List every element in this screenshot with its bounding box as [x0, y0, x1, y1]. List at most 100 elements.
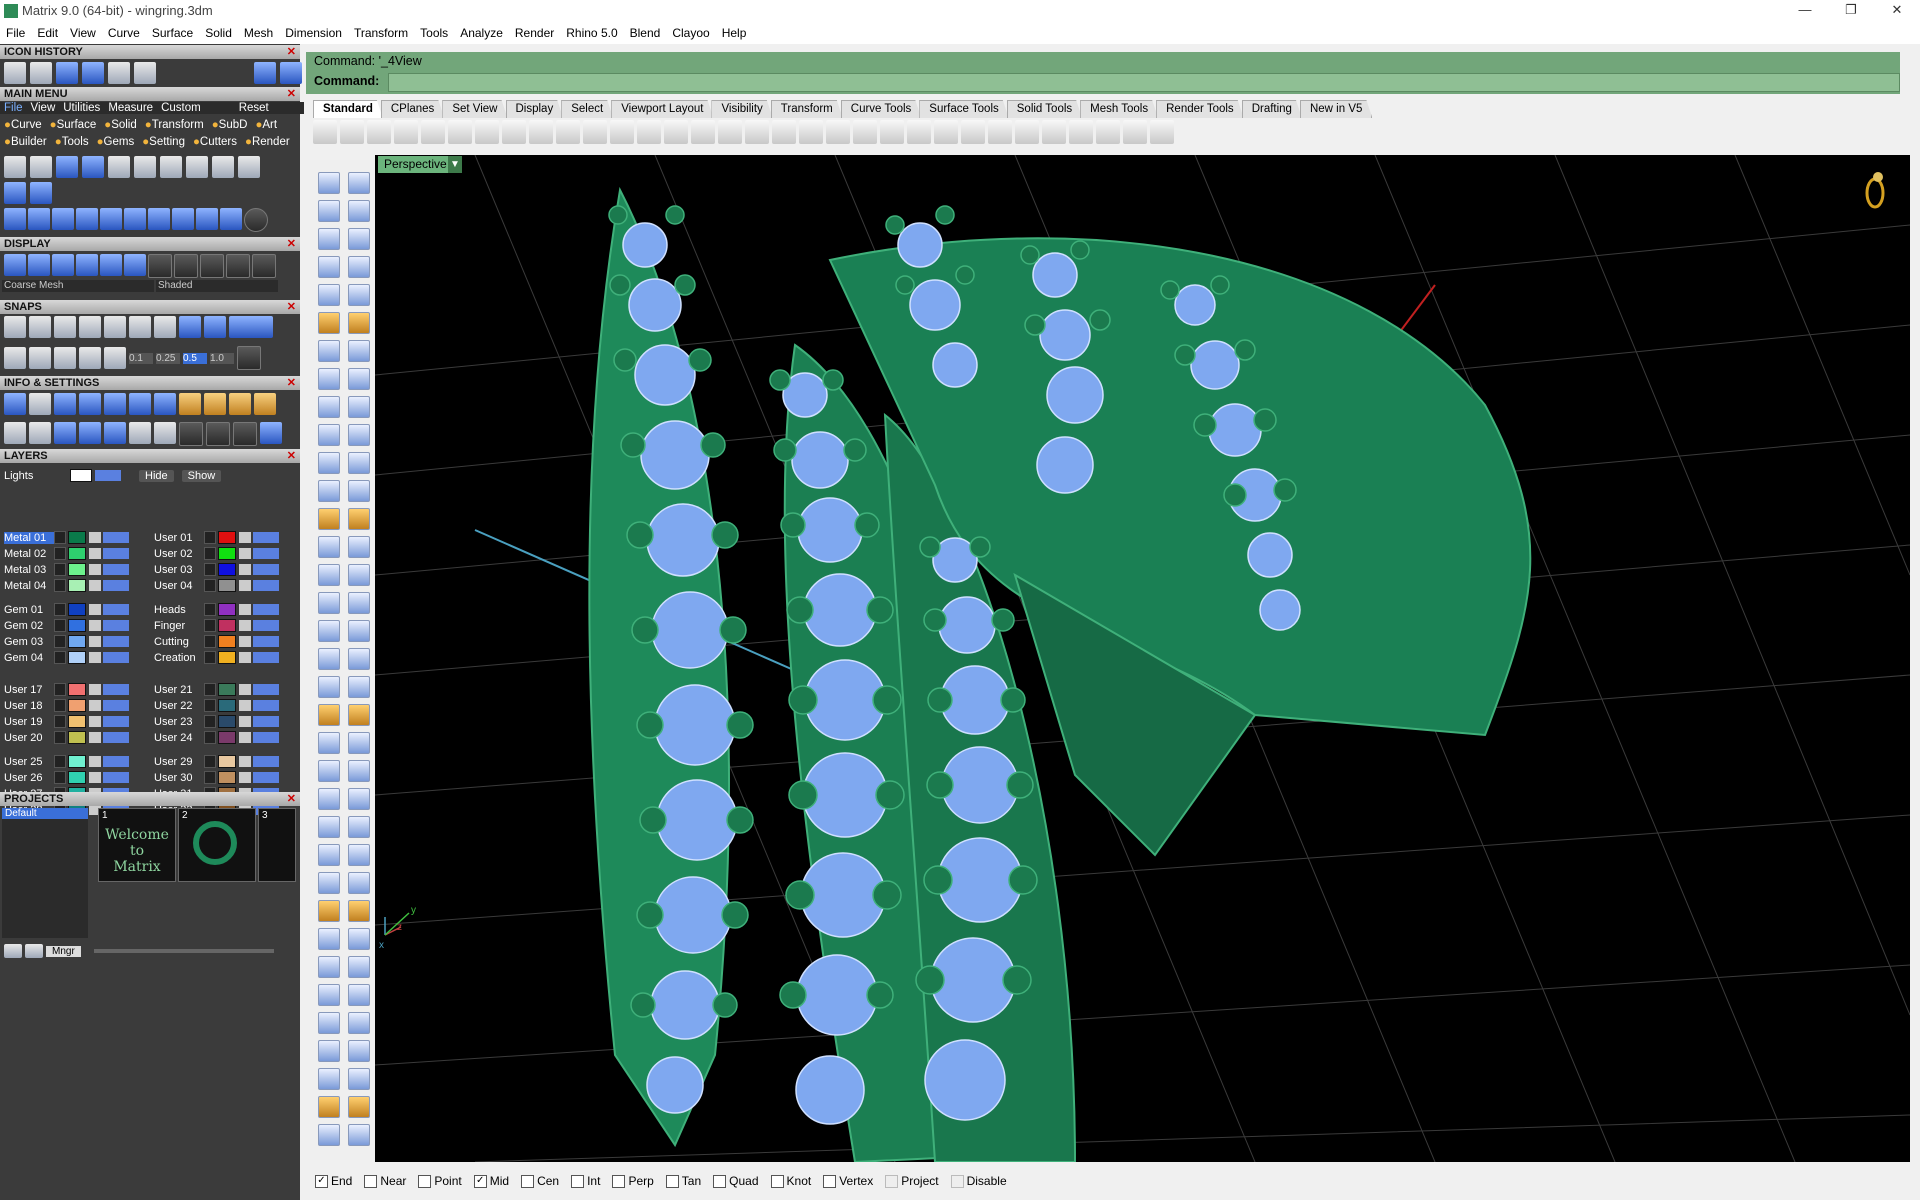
split-icon[interactable] — [348, 760, 370, 782]
layer-visibility-toggle[interactable] — [253, 548, 279, 559]
add-project-icon[interactable] — [4, 944, 22, 958]
layer-name[interactable]: Gem 02 — [4, 620, 54, 632]
layer-name[interactable]: Finger — [154, 620, 204, 632]
osnap-project[interactable]: Project — [885, 1174, 939, 1188]
layer-row[interactable]: Cutting — [154, 634, 279, 649]
layer-expand-icon[interactable] — [54, 651, 66, 664]
chevron-down-icon[interactable]: ▼ — [448, 156, 462, 173]
lights-toggle[interactable] — [95, 470, 121, 481]
render-settings-icon[interactable] — [229, 393, 251, 415]
checkbox[interactable] — [612, 1174, 626, 1188]
menu-item-tools[interactable]: ●Tools — [55, 136, 89, 148]
menu-render[interactable]: Render — [509, 26, 560, 40]
layer-lock-icon[interactable] — [239, 772, 251, 783]
grid-snap-icon[interactable] — [799, 120, 823, 144]
polyline-icon[interactable] — [318, 228, 340, 250]
close-icon[interactable]: ✕ — [287, 449, 296, 463]
ungroup-icon[interactable] — [196, 208, 218, 230]
layer-lock-icon[interactable] — [239, 732, 251, 743]
rotate-view-icon[interactable] — [583, 120, 607, 144]
snap-point-2-icon[interactable] — [104, 347, 126, 369]
layer-name[interactable]: User 01 — [154, 532, 204, 544]
ellipse-icon[interactable] — [318, 340, 340, 362]
checkbox[interactable] — [364, 1174, 378, 1188]
join-icon[interactable] — [318, 788, 340, 810]
layer-color-swatch[interactable] — [218, 603, 236, 616]
layer-expand-icon[interactable] — [54, 715, 66, 728]
layer-row[interactable]: User 04 — [154, 578, 279, 593]
menu-blend[interactable]: Blend — [624, 26, 667, 40]
export-icon[interactable] — [82, 156, 104, 178]
snap-grid-3-icon[interactable] — [237, 346, 261, 370]
layer-lock-icon[interactable] — [89, 756, 101, 767]
transform-icon[interactable] — [4, 208, 26, 230]
sweep-icon[interactable] — [318, 536, 340, 558]
tab-mesh-tools[interactable]: Mesh Tools — [1080, 100, 1158, 118]
move-icon[interactable] — [348, 844, 370, 866]
menu-item-surface[interactable]: ●Surface — [50, 119, 97, 131]
trim-icon[interactable] — [318, 732, 340, 754]
save-as-icon[interactable] — [134, 156, 156, 178]
layer-visibility-toggle[interactable] — [253, 564, 279, 575]
layer-color-swatch[interactable] — [218, 731, 236, 744]
tab-render-tools[interactable]: Render Tools — [1156, 100, 1244, 118]
osnap-disable[interactable]: Disable — [950, 1174, 1007, 1188]
document-icon[interactable] — [108, 62, 130, 84]
snap-grid-icon[interactable] — [4, 316, 26, 338]
snap-value-0-1[interactable]: 0.1 — [129, 352, 153, 364]
save-file-icon[interactable] — [108, 156, 130, 178]
boolean-icon[interactable] — [318, 676, 340, 698]
open-file-icon[interactable] — [30, 156, 52, 178]
layer-row[interactable]: Gem 04 — [4, 650, 129, 665]
tab-view[interactable]: View — [31, 102, 56, 114]
tab-measure[interactable]: Measure — [108, 102, 153, 114]
back-arrow-icon[interactable] — [254, 62, 276, 84]
metal-sphere-icon[interactable] — [174, 254, 198, 278]
scale-icon[interactable] — [52, 208, 74, 230]
orient-icon[interactable] — [124, 208, 146, 230]
tab-file[interactable]: File — [4, 102, 23, 114]
layer-row[interactable]: User 21 — [154, 682, 279, 697]
mirror-icon[interactable] — [348, 956, 370, 978]
layer-expand-icon[interactable] — [204, 771, 216, 784]
environment-icon[interactable] — [254, 393, 276, 415]
open-icon[interactable] — [340, 120, 364, 144]
menu-file[interactable]: File — [0, 26, 31, 40]
layer-color-swatch[interactable] — [218, 619, 236, 632]
layer-expand-icon[interactable] — [54, 635, 66, 648]
tab-curve-tools[interactable]: Curve Tools — [841, 100, 922, 118]
layer-lock-icon[interactable] — [89, 732, 101, 743]
layer-name[interactable]: Metal 04 — [4, 580, 54, 592]
viewport-label[interactable]: Perspective ▼ — [378, 156, 462, 173]
circle-icon[interactable] — [244, 208, 268, 232]
osnap-end[interactable]: ✓ End — [315, 1174, 352, 1188]
point-icon[interactable] — [348, 200, 370, 222]
fillet-icon[interactable] — [318, 704, 340, 726]
layer-icon[interactable] — [934, 120, 958, 144]
curve-cv-icon[interactable] — [348, 256, 370, 278]
layer-expand-icon[interactable] — [54, 547, 66, 560]
copy-icon[interactable] — [475, 120, 499, 144]
cylinder-icon[interactable] — [348, 648, 370, 670]
layer-visibility-toggle[interactable] — [103, 700, 129, 711]
new-icon[interactable] — [30, 62, 52, 84]
spline-icon[interactable] — [318, 424, 340, 446]
snap-diamond-icon[interactable] — [79, 347, 101, 369]
layer-expand-icon[interactable] — [204, 731, 216, 744]
zoom-window-icon[interactable] — [637, 120, 661, 144]
snap-point-icon[interactable] — [79, 316, 101, 338]
layer-visibility-toggle[interactable] — [253, 636, 279, 647]
layer-color-swatch[interactable] — [218, 579, 236, 592]
boolean-icon[interactable] — [348, 676, 370, 698]
four-view-icon[interactable] — [745, 120, 769, 144]
layer-color-swatch[interactable] — [68, 651, 86, 664]
layer-expand-icon[interactable] — [54, 771, 66, 784]
layer-name[interactable]: Metal 02 — [4, 548, 54, 560]
menu-help[interactable]: Help — [716, 26, 753, 40]
filter-icon[interactable] — [104, 422, 126, 444]
tab-viewport-layout[interactable]: Viewport Layout — [611, 100, 713, 118]
wireframe-icon[interactable] — [4, 254, 26, 276]
save-icon[interactable] — [367, 120, 391, 144]
layer-expand-icon[interactable] — [204, 651, 216, 664]
lights-swatch[interactable] — [70, 469, 92, 482]
